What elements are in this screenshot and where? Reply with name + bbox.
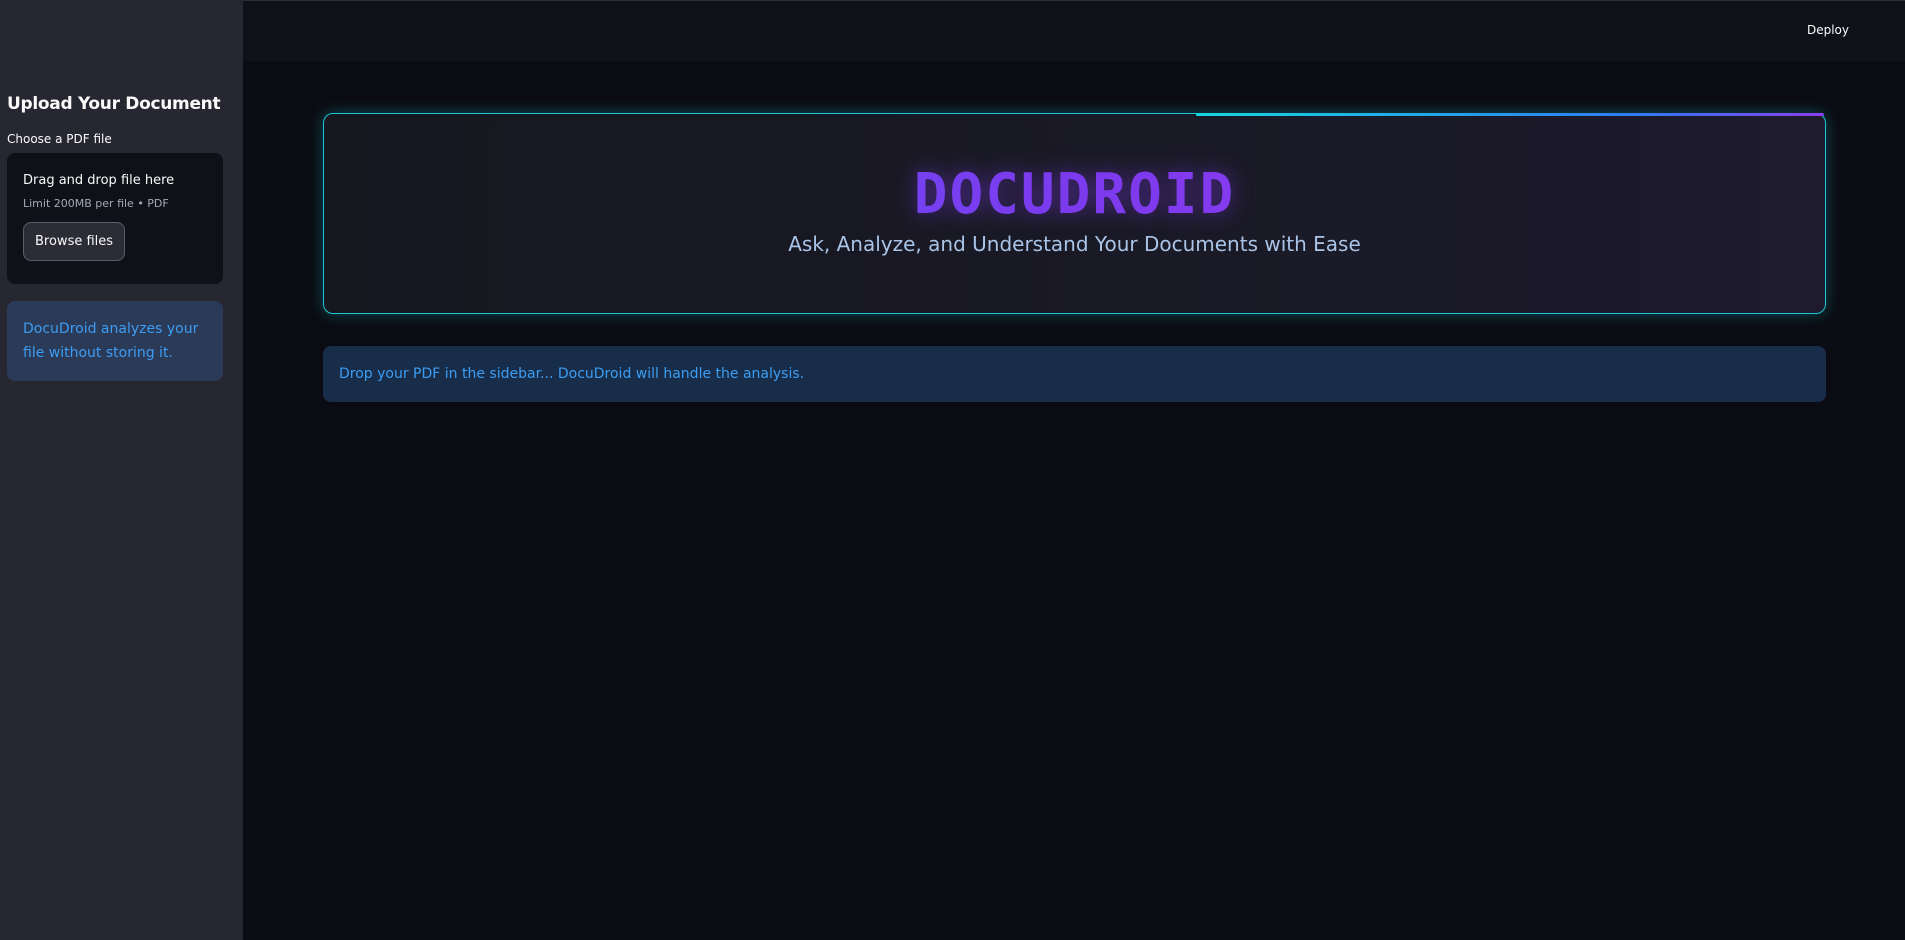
file-dropzone[interactable]: Drag and drop file here Limit 200MB per … [7, 153, 223, 284]
dropzone-limit: Limit 200MB per file • PDF [23, 197, 169, 210]
app-root: Upload Your Document Choose a PDF file D… [0, 0, 1905, 940]
deploy-button[interactable]: Deploy [1807, 23, 1849, 37]
uploader-label: Choose a PDF file [7, 132, 112, 146]
top-header: Deploy [243, 0, 1905, 61]
hero-banner: DOCUDROID Ask, Analyze, and Understand Y… [323, 113, 1826, 314]
brand-title: DOCUDROID [324, 164, 1825, 226]
info-alert: Drop your PDF in the sidebar... DocuDroi… [323, 346, 1826, 402]
sidebar-title: Upload Your Document [7, 94, 221, 114]
dropzone-title: Drag and drop file here [23, 173, 175, 188]
sidebar: Upload Your Document Choose a PDF file D… [0, 0, 243, 940]
browse-files-button[interactable]: Browse files [23, 222, 126, 261]
tagline: Ask, Analyze, and Understand Your Docume… [788, 232, 1361, 256]
privacy-note: DocuDroid analyzes your file without sto… [7, 301, 223, 381]
hero-accent-line [1196, 113, 1824, 116]
